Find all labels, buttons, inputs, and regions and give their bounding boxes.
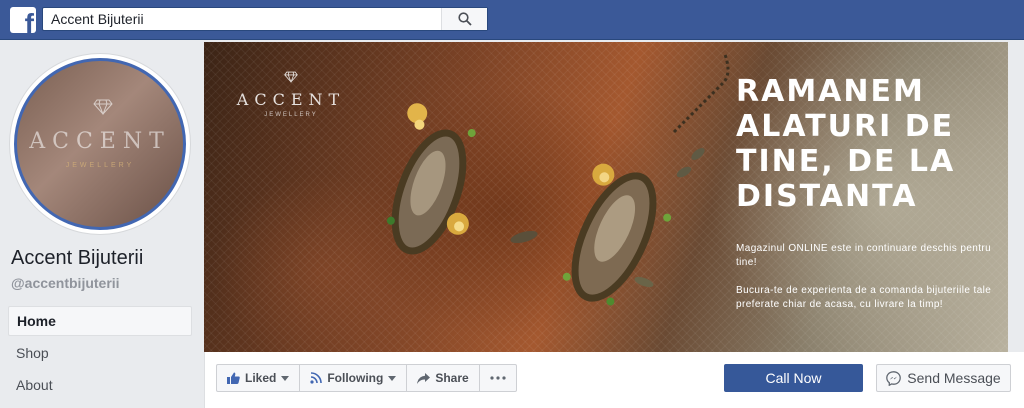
page-action-bar: Liked Following Share Call Now Send Mess… bbox=[204, 352, 1024, 408]
left-column: ACCENT JEWELLERY Accent Bijuterii @accen… bbox=[0, 40, 204, 408]
facebook-logo-icon[interactable]: f bbox=[10, 7, 36, 33]
page-navigation: Home Shop About bbox=[8, 306, 192, 402]
avatar-brand-text: ACCENT bbox=[29, 129, 171, 154]
diamond-icon bbox=[284, 71, 298, 84]
cover-paragraph-2: Bucura-te de experienta de a comanda bij… bbox=[736, 285, 992, 310]
search-box bbox=[42, 7, 488, 31]
call-now-button[interactable]: Call Now bbox=[724, 364, 863, 392]
thumbs-up-icon bbox=[227, 372, 240, 384]
cover-brand-subtitle: JEWELLERY bbox=[264, 112, 318, 118]
liked-label: Liked bbox=[245, 371, 277, 385]
following-label: Following bbox=[327, 371, 384, 385]
following-button[interactable]: Following bbox=[300, 365, 408, 391]
top-navigation-bar: f bbox=[0, 0, 1024, 40]
more-dots-icon bbox=[490, 376, 506, 380]
cover-headline: RAMANEM ALATURI DE TINE, DE LA DISTANTA bbox=[736, 74, 956, 214]
nav-item-about[interactable]: About bbox=[8, 370, 192, 400]
share-arrow-icon bbox=[417, 372, 431, 384]
messenger-icon bbox=[886, 370, 902, 386]
chevron-down-icon bbox=[281, 375, 290, 381]
page-action-buttons: Liked Following Share bbox=[216, 364, 517, 392]
nav-item-shop[interactable]: Shop bbox=[8, 338, 192, 368]
avatar-brand-subtitle: JEWELLERY bbox=[65, 162, 135, 169]
profile-picture[interactable]: ACCENT JEWELLERY bbox=[14, 58, 186, 230]
cover-brand-name: ACCENT bbox=[236, 90, 346, 109]
cover-photo[interactable]: ACCENT JEWELLERY RAMANEM ALATURI DE TINE… bbox=[204, 42, 1008, 352]
share-label: Share bbox=[435, 371, 469, 385]
cover-body-text: Magazinul ONLINE este in continuare desc… bbox=[736, 242, 1006, 326]
cover-paragraph-1: Magazinul ONLINE este in continuare desc… bbox=[736, 243, 992, 268]
page-handle[interactable]: @accentbijuterii bbox=[11, 275, 120, 291]
cover-brand-logo: ACCENT JEWELLERY bbox=[226, 70, 356, 118]
profile-picture-frame[interactable]: ACCENT JEWELLERY bbox=[10, 54, 190, 234]
diamond-icon bbox=[93, 99, 113, 115]
rss-icon bbox=[310, 372, 323, 384]
more-options-button[interactable] bbox=[480, 365, 516, 391]
chevron-down-icon bbox=[388, 375, 397, 381]
page-name[interactable]: Accent Bijuterii bbox=[11, 247, 143, 270]
send-message-button[interactable]: Send Message bbox=[876, 364, 1011, 392]
liked-button[interactable]: Liked bbox=[217, 365, 301, 391]
search-icon bbox=[457, 12, 472, 26]
nav-item-home[interactable]: Home bbox=[8, 306, 192, 336]
share-button[interactable]: Share bbox=[407, 365, 480, 391]
search-button[interactable] bbox=[441, 8, 487, 30]
search-input[interactable] bbox=[43, 8, 433, 30]
send-message-label: Send Message bbox=[907, 370, 1001, 386]
